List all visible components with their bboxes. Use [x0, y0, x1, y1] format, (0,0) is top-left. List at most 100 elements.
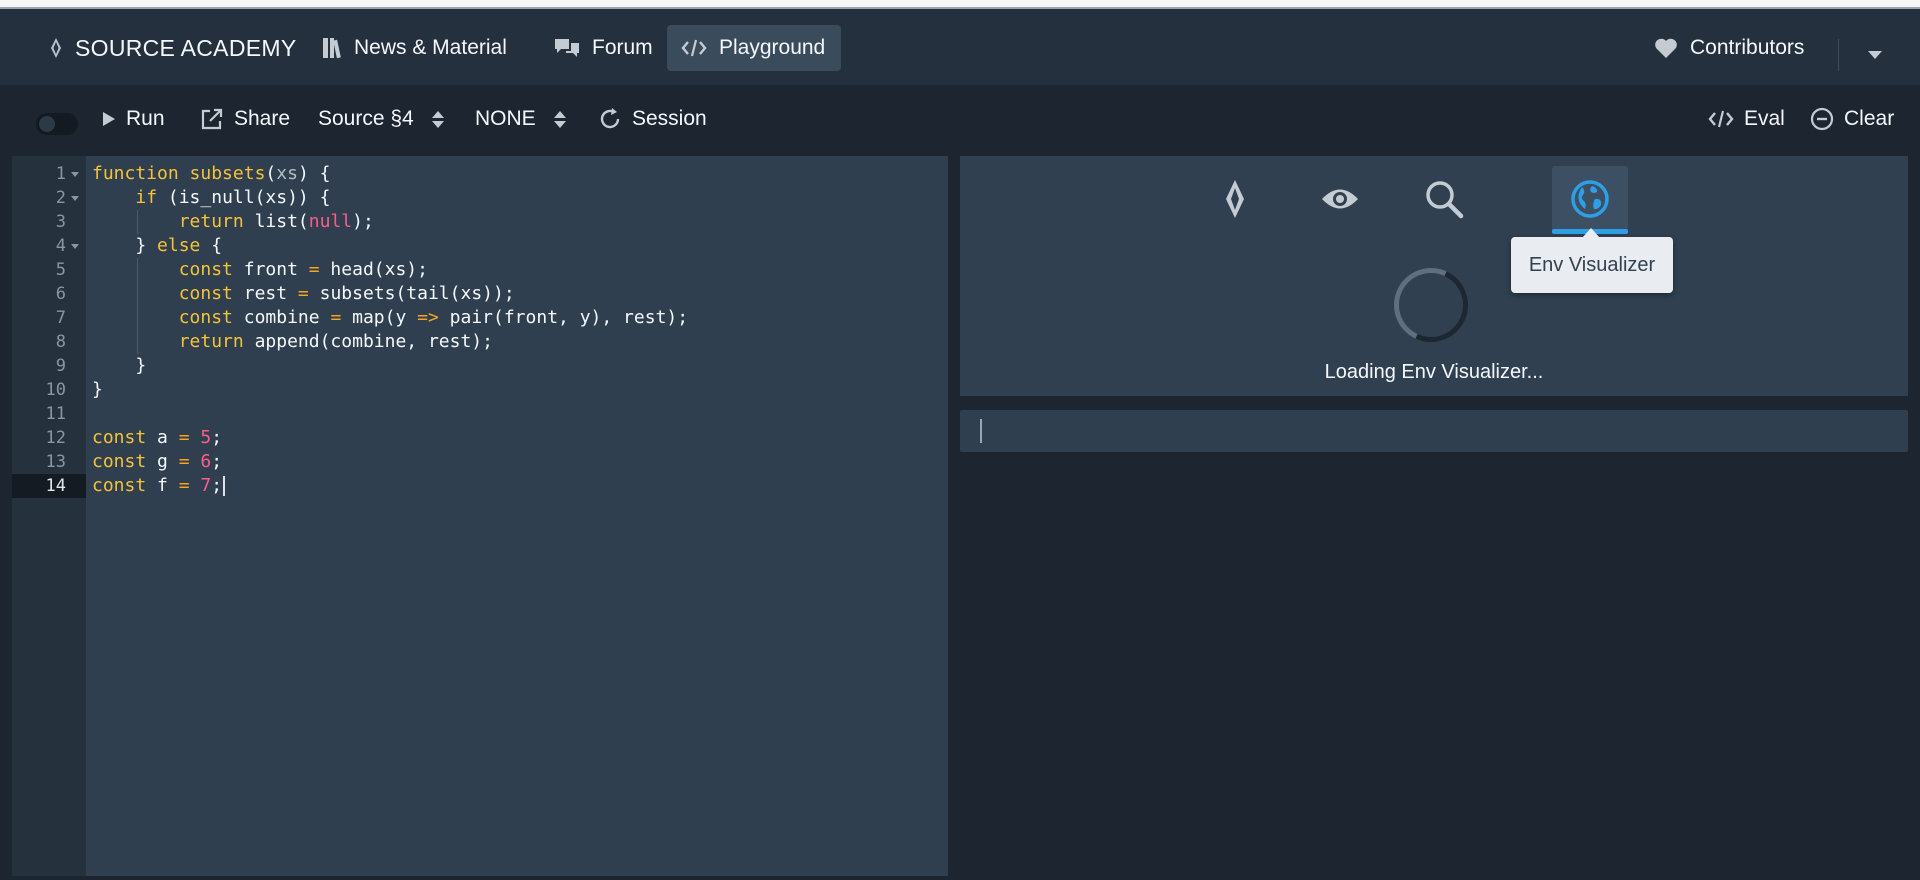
source-academy-logo-icon — [51, 38, 61, 58]
nav-contributors[interactable]: Contributors — [1640, 25, 1818, 71]
code-text: const front = head(xs); — [178, 259, 428, 280]
line-number: 12 — [45, 428, 66, 448]
line-number: 2 — [55, 188, 66, 208]
toggle-knob — [39, 116, 55, 132]
line-number: 14 — [45, 476, 66, 496]
code-line[interactable]: 13 const g = 6; — [12, 450, 948, 474]
play-icon — [103, 112, 115, 126]
nav-forum[interactable]: Forum — [540, 25, 667, 71]
fold-arrow-icon[interactable] — [71, 196, 79, 201]
code-line[interactable]: 1 function subsets(xs) { — [12, 162, 948, 186]
tooltip-text: Env Visualizer — [1528, 253, 1656, 276]
nav-playground-label: Playground — [719, 36, 826, 59]
share-button[interactable]: Share — [200, 97, 290, 141]
code-text: return append(combine, rest); — [178, 331, 493, 352]
nav-divider — [1838, 39, 1839, 71]
code-line[interactable]: 5 const front = head(xs); — [12, 258, 948, 282]
run-label: Run — [126, 107, 165, 130]
run-button[interactable]: Run — [102, 97, 165, 141]
code-text: return list(null); — [178, 211, 374, 232]
globe-icon — [1571, 180, 1609, 218]
eval-button[interactable]: Eval — [1708, 97, 1785, 141]
session-label: Session — [632, 107, 707, 130]
tab-introduction[interactable] — [1197, 166, 1273, 232]
clear-button[interactable]: Clear — [1810, 97, 1894, 141]
loading-spinner — [1383, 257, 1479, 353]
line-number: 11 — [45, 404, 66, 424]
code-line[interactable]: 7 const combine = map(y => pair(front, y… — [12, 306, 948, 330]
code-line[interactable]: 6 const rest = subsets(tail(xs)); — [12, 282, 948, 306]
line-number: 4 — [55, 236, 66, 256]
nav-playground[interactable]: Playground — [667, 25, 841, 71]
nav-news-material[interactable]: News & Material — [308, 25, 521, 71]
code-text: const rest = subsets(tail(xs)); — [178, 283, 515, 304]
indent-guide — [137, 258, 139, 354]
browser-top-edge — [0, 0, 1920, 9]
repl-caret — [980, 419, 982, 443]
brand-home-link[interactable]: SOURCE ACADEMY — [35, 25, 310, 71]
select-arrows-icon — [553, 110, 566, 128]
code-line[interactable]: 12 const a = 5; — [12, 426, 948, 450]
session-button[interactable]: Session — [598, 97, 707, 141]
code-line[interactable]: 11 — [12, 402, 948, 426]
clear-label: Clear — [1844, 107, 1895, 130]
loading-text: Loading Env Visualizer... — [1324, 361, 1544, 383]
code-line[interactable]: 8 return append(combine, rest); — [12, 330, 948, 354]
code-text: const f = 7; — [92, 475, 223, 496]
variant-select-value: NONE — [475, 107, 536, 130]
code-line[interactable]: 3 return list(null); — [12, 210, 948, 234]
code-text: } — [92, 379, 103, 400]
code-line[interactable]: 10} — [12, 378, 948, 402]
text-cursor — [223, 476, 226, 496]
heart-icon — [1655, 38, 1677, 58]
refresh-icon — [600, 108, 620, 129]
code-line[interactable]: 2 if (is_null(xs)) { — [12, 186, 948, 210]
line-number: 5 — [55, 260, 66, 280]
playground-toolbar: Run Share Source §4 NONE Session Eval Cl… — [0, 85, 1920, 155]
eval-label: Eval — [1744, 107, 1785, 130]
caret-down-icon — [1868, 51, 1882, 59]
line-number: 3 — [55, 212, 66, 232]
fold-arrow-icon[interactable] — [71, 172, 79, 177]
fold-arrow-icon[interactable] — [71, 244, 79, 249]
tab-search[interactable] — [1406, 166, 1482, 232]
env-visualizer-tooltip: Env Visualizer — [1511, 228, 1673, 293]
search-icon — [1426, 181, 1464, 219]
line-number: 7 — [55, 308, 66, 328]
code-text: if (is_null(xs)) { — [135, 187, 331, 208]
line-number: 13 — [45, 452, 66, 472]
eye-icon — [1322, 189, 1358, 209]
code-line[interactable]: 4 } else { — [12, 234, 948, 258]
account-dropdown-button[interactable] — [1862, 42, 1888, 68]
code-text: } else { — [92, 235, 223, 256]
code-icon — [1708, 110, 1734, 128]
folder-mode-toggle[interactable] — [36, 113, 78, 135]
code-text: function subsets(xs) { — [92, 163, 331, 184]
chapter-select[interactable]: Source §4 — [318, 97, 444, 141]
nav-forum-label: Forum — [592, 36, 653, 59]
select-arrows-icon — [431, 110, 444, 128]
nav-news-label: News & Material — [354, 36, 507, 59]
line-number: 9 — [55, 356, 66, 376]
code-text: const g = 6; — [92, 451, 223, 472]
brand-title: SOURCE ACADEMY — [75, 34, 297, 61]
line-number: 1 — [55, 164, 66, 184]
line-number: 8 — [55, 332, 66, 352]
side-content-panel: Loading Env Visualizer... — [960, 156, 1908, 396]
tab-env-visualizer[interactable] — [1552, 166, 1628, 234]
variant-select[interactable]: NONE — [475, 97, 566, 141]
line-number: 6 — [55, 284, 66, 304]
code-text: } — [92, 355, 147, 376]
code-editor[interactable]: 1 function subsets(xs) {2 if (is_null(xs)… — [12, 156, 948, 876]
code-line[interactable]: 14 const f = 7; — [12, 474, 948, 498]
chat-icon — [555, 39, 579, 57]
tab-data-visualizer[interactable] — [1302, 166, 1378, 232]
repl-input[interactable] — [960, 410, 1908, 452]
code-text: const a = 5; — [92, 427, 223, 448]
nav-contributors-label: Contributors — [1690, 36, 1805, 59]
line-number: 10 — [45, 380, 66, 400]
code-line[interactable]: 9 } — [12, 354, 948, 378]
minus-circle-icon — [1810, 107, 1834, 131]
share-label: Share — [234, 107, 291, 130]
book-icon — [323, 38, 341, 59]
